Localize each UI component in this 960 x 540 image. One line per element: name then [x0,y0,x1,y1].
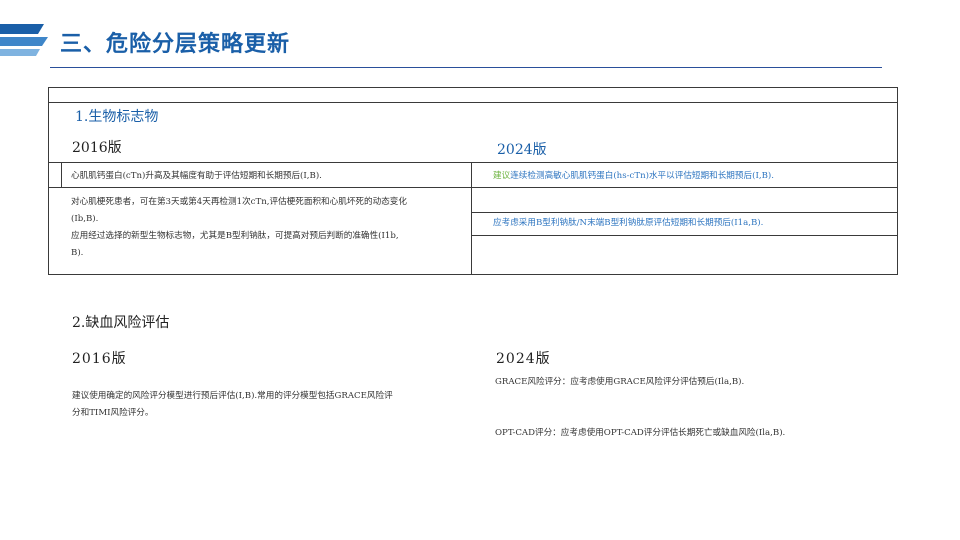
recommend-text: 连续检测高敏心肌肌钙蛋白(hs-cTn)水平以评估短期和长期预后(I,B). [510,171,774,181]
text-line: 建议使用确定的风险评分模型进行预后评估(I,B).常用的评分模型包括GRACE风… [72,391,393,401]
opt-cad-2024-text: OPT-CAD评分：应考虑使用OPT-CAD评分评估长期死亡或缺血风险(Ila,… [495,428,786,438]
ctn-2016-text: 心肌肌钙蛋白(cTn)升高及其幅度有助于评估短期和长期预后(I,B). [71,171,322,181]
table-left-rule [61,162,62,187]
text-line: 应用经过选择的新型生物标志物，尤其是B型利钠肽，可提高对预后判断的准确性(I1b… [71,231,399,241]
mi-2016-text: 对心肌梗死患者，可在第3天或第4天再检测1次cTn,评估梗死面积和心肌坏死的动态… [71,194,407,262]
version-2016-label: 2016版 [72,351,127,367]
recommend-prefix: 建议 [493,171,511,181]
table-row-rule [48,187,898,188]
table-header-rule [48,102,898,103]
blue-stripes-logo-icon [0,24,48,56]
section-title-biomarkers: 1.生物标志物 [75,109,159,125]
title-divider [50,67,882,68]
table-cell-rule [471,235,898,236]
section-title-ischemic-risk: 2.缺血风险评估 [72,315,170,331]
text-line: (Ib,B). [71,214,99,224]
text-line: 分和TIMI风险评分。 [72,408,154,418]
risk-score-2016-text: 建议使用确定的风险评分模型进行预后评估(I,B).常用的评分模型包括GRACE风… [72,388,393,422]
text-line: B). [71,248,84,258]
text-line: 对心肌梗死患者，可在第3天或第4天再检测1次cTn,评估梗死面积和心肌坏死的动态… [71,197,407,207]
table-cell-rule [471,212,898,213]
version-2024-label: 2024版 [496,351,551,367]
bnp-2024-text: 应考虑采用B型利钠肽/N末端B型利钠肽原评估短期和长期预后(I1a,B). [493,218,764,228]
version-2024-label: 2024版 [497,142,547,158]
table-column-rule [471,162,472,275]
page-title: 三、危险分层策略更新 [60,32,291,57]
hs-ctn-2024-text: 建议连续检测高敏心肌肌钙蛋白(hs-cTn)水平以评估短期和长期预后(I,B). [493,168,774,185]
version-2016-label: 2016版 [72,140,122,156]
grace-2024-text: GRACE风险评分：应考虑使用GRACE风险评分评估预后(Ila,B). [495,377,745,387]
table-row-rule [48,162,898,163]
